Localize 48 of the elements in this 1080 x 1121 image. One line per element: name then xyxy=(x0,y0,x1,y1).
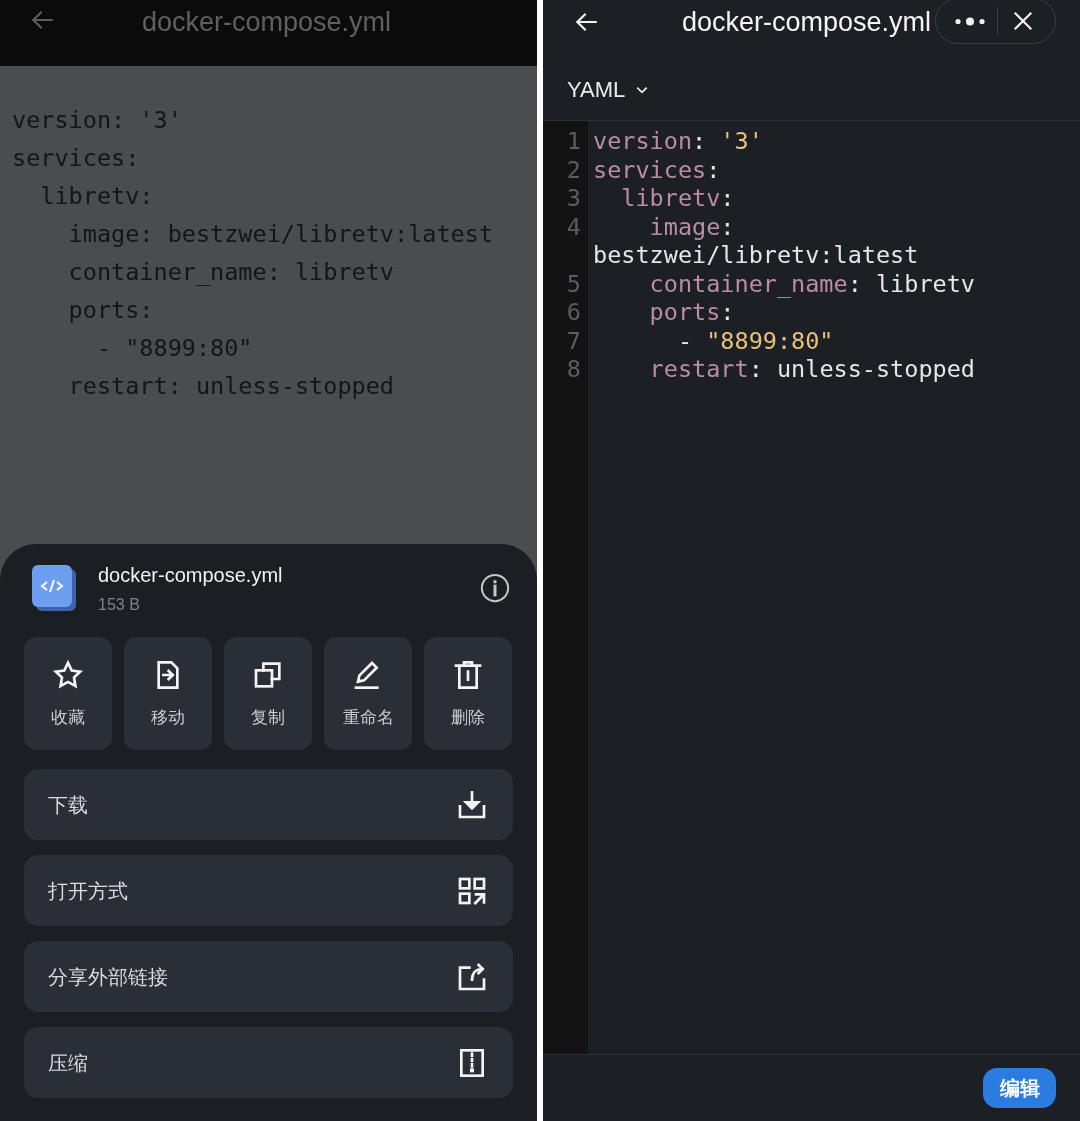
open-with-button[interactable]: 打开方式 xyxy=(24,855,513,926)
line-number: 2 xyxy=(565,155,582,184)
line-number: 4 xyxy=(565,212,582,241)
file-name: docker-compose.yml xyxy=(98,563,283,587)
close-icon[interactable] xyxy=(1013,11,1033,31)
code-line: restart: unless-stopped xyxy=(67,371,394,402)
delete-button[interactable]: 删除 xyxy=(424,637,512,750)
download-icon xyxy=(456,788,488,821)
code-file-icon xyxy=(32,565,76,611)
share-icon xyxy=(456,960,488,993)
move-button[interactable]: 移动 xyxy=(124,637,212,750)
code-line: container_name: libretv xyxy=(648,269,975,298)
trash-icon xyxy=(452,659,484,691)
line-number: 5 xyxy=(565,269,582,298)
code-line: version: '3' xyxy=(12,105,182,136)
code-line: restart: unless-stopped xyxy=(648,355,975,384)
copy-button[interactable]: 复制 xyxy=(224,637,312,750)
code-line: - "8899:80" xyxy=(95,333,253,364)
info-icon[interactable] xyxy=(480,573,510,603)
star-icon xyxy=(52,659,84,691)
share-link-button[interactable]: 分享外部链接 xyxy=(24,941,513,1012)
more-icon[interactable] xyxy=(955,15,985,27)
file-size: 153 B xyxy=(98,595,141,615)
download-button[interactable]: 下载 xyxy=(24,769,513,840)
edit-button[interactable]: 编辑 xyxy=(983,1068,1056,1108)
file-title: docker-compose.yml xyxy=(682,7,932,37)
file-title: docker-compose.yml xyxy=(142,7,392,37)
code-line: ports: xyxy=(67,295,154,326)
code-line: version: '3' xyxy=(593,127,763,156)
code-line: image: bestzwei/libretv:latest xyxy=(593,212,920,270)
compress-button[interactable]: 压缩 xyxy=(24,1027,513,1098)
rename-button[interactable]: 重命名 xyxy=(324,637,412,750)
line-number: 6 xyxy=(565,298,582,327)
copy-icon xyxy=(252,659,284,691)
code-line: libretv: xyxy=(39,181,154,212)
code-line: services: xyxy=(593,155,721,184)
code-line: libretv: xyxy=(620,184,735,213)
code-line: services: xyxy=(12,143,140,174)
line-number: 1 xyxy=(565,127,582,156)
language-dropdown[interactable]: YAML xyxy=(567,76,650,103)
code-line: image: bestzwei/libretv:latest xyxy=(67,219,494,250)
code-line: ports: xyxy=(648,298,735,327)
favorite-button[interactable]: 收藏 xyxy=(24,637,112,750)
code-line: - "8899:80" xyxy=(676,326,834,355)
line-number: 8 xyxy=(565,355,582,384)
line-number: 3 xyxy=(565,184,582,213)
line-number: 7 xyxy=(565,326,582,355)
code-line: container_name: libretv xyxy=(67,257,394,288)
